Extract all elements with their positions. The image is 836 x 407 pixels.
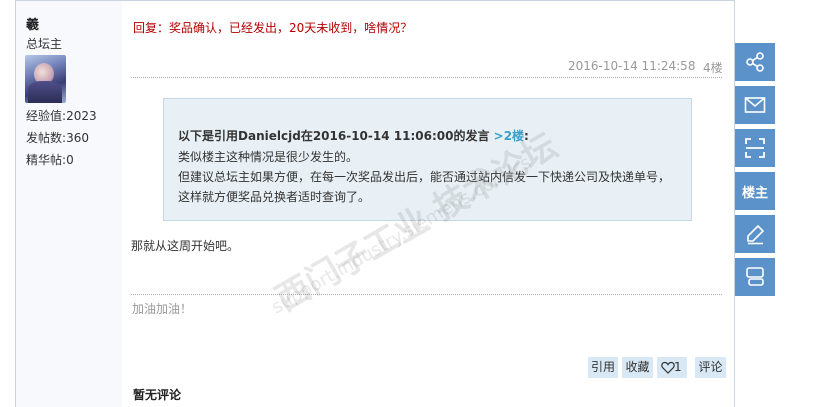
like-count: 1 xyxy=(674,360,682,374)
no-comments-text: 暂无评论 xyxy=(133,388,182,402)
comment-icon xyxy=(746,267,764,286)
post-body: 那就从这周开始吧。 xyxy=(131,239,240,253)
message-button[interactable] xyxy=(735,86,775,124)
mail-icon xyxy=(744,97,766,113)
quote-button[interactable]: 引用 xyxy=(588,357,618,378)
like-button[interactable]: 1 xyxy=(657,357,687,378)
quote-line: 这样就方便奖品兑换者适时查询了。 xyxy=(178,190,371,204)
post-top-border xyxy=(15,0,734,5)
signature: 加油加油！ xyxy=(132,302,193,316)
quote-line: 类似楼主这种情况是很少发生的。 xyxy=(178,150,359,164)
heart-icon xyxy=(661,361,675,374)
stat-posts: 发帖数:360 xyxy=(26,131,89,145)
post-title: 回复：奖品确认，已经发出，20天未收到，啥情况？ xyxy=(133,21,413,35)
quote-header: 以下是引用Danielcjd在2016-10-14 11:06:00的发言 >2… xyxy=(178,129,529,143)
quote-line: 但建议总坛主如果方便，在每一次奖品发出后，能否通过站内信发一下快递公司及快递单号… xyxy=(178,170,671,184)
favorite-button[interactable]: 收藏 xyxy=(622,357,653,378)
comment-button[interactable]: 评论 xyxy=(695,357,726,378)
stat-featured: 精华帖:0 xyxy=(26,153,74,167)
quote-source-link[interactable]: >2楼 xyxy=(494,129,524,143)
post-timestamp: 2016-10-14 11:24:58 xyxy=(568,59,696,73)
share-button[interactable] xyxy=(735,43,775,81)
stat-experience: 经验值:2023 xyxy=(26,109,97,123)
quote-block: 以下是引用Danielcjd在2016-10-14 11:06:00的发言 >2… xyxy=(163,98,692,221)
page-margin xyxy=(0,0,15,407)
share-icon xyxy=(746,52,764,72)
author-role: 总坛主 xyxy=(26,37,63,51)
comment-tool-button[interactable] xyxy=(735,258,775,296)
post-floor[interactable]: 4楼 xyxy=(703,59,723,76)
avatar[interactable] xyxy=(25,55,66,103)
qrcode-icon xyxy=(745,138,765,158)
qrcode-button[interactable] xyxy=(735,129,775,167)
divider xyxy=(131,77,722,78)
edit-icon xyxy=(747,224,765,245)
reply-button[interactable] xyxy=(735,215,775,253)
author-name[interactable]: 羲 xyxy=(26,14,39,33)
only-op-button[interactable]: 楼主 xyxy=(735,172,775,210)
signature-divider xyxy=(131,294,722,295)
